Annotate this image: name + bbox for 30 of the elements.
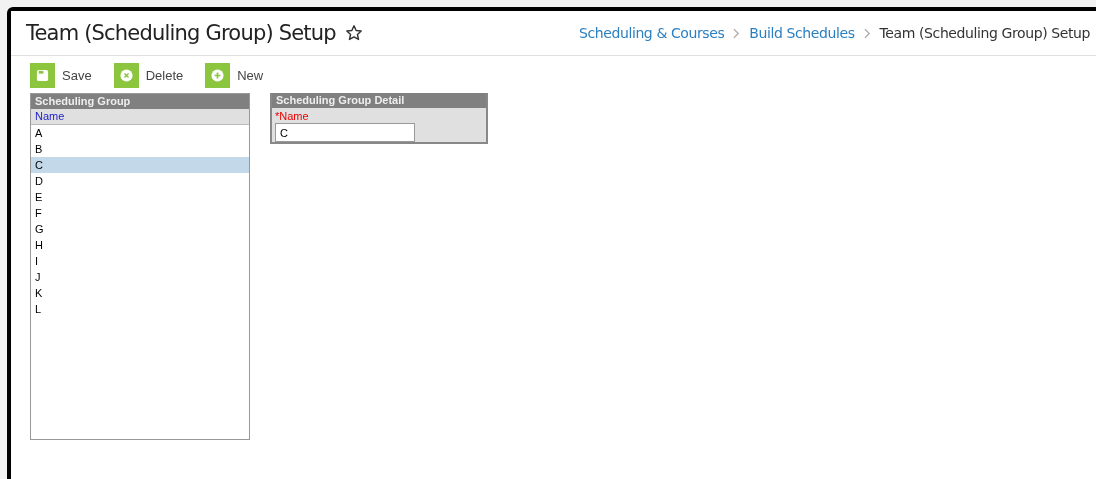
chevron-icon (733, 27, 741, 39)
star-icon[interactable] (344, 24, 363, 42)
list-item[interactable]: A (31, 125, 249, 141)
panel-title: Scheduling Group Detail (272, 93, 486, 108)
list-item[interactable]: I (31, 253, 249, 269)
new-button[interactable]: New (237, 68, 264, 83)
close-icon[interactable] (113, 63, 139, 88)
column-header[interactable]: Name (31, 109, 249, 125)
delete-button[interactable]: Delete (145, 68, 184, 83)
plus-icon[interactable] (205, 63, 231, 88)
list-item[interactable]: K (31, 285, 249, 301)
list-item[interactable]: G (31, 221, 249, 237)
list-item[interactable]: H (31, 237, 249, 253)
list-item[interactable]: C (31, 157, 249, 173)
breadcrumb-link[interactable]: Build Schedules (749, 25, 855, 41)
breadcrumb-link[interactable]: Scheduling & Courses (579, 25, 725, 41)
save-button[interactable]: Save (62, 68, 92, 83)
list-item[interactable]: F (31, 205, 249, 221)
list-item[interactable]: B (31, 141, 249, 157)
page-title: Team (Scheduling Group) Setup (26, 21, 336, 45)
breadcrumb-current: Team (Scheduling Group) Setup (879, 25, 1090, 41)
panel-title: Scheduling Group (31, 94, 249, 109)
list-item[interactable]: L (31, 301, 249, 317)
input-field[interactable]: C (275, 123, 415, 142)
chevron-icon (863, 27, 871, 39)
list-item[interactable]: E (31, 189, 249, 205)
list-item[interactable]: J (31, 269, 249, 285)
save-icon[interactable] (30, 63, 55, 88)
list-item[interactable]: D (31, 173, 249, 189)
field-label: *Name (275, 110, 310, 123)
